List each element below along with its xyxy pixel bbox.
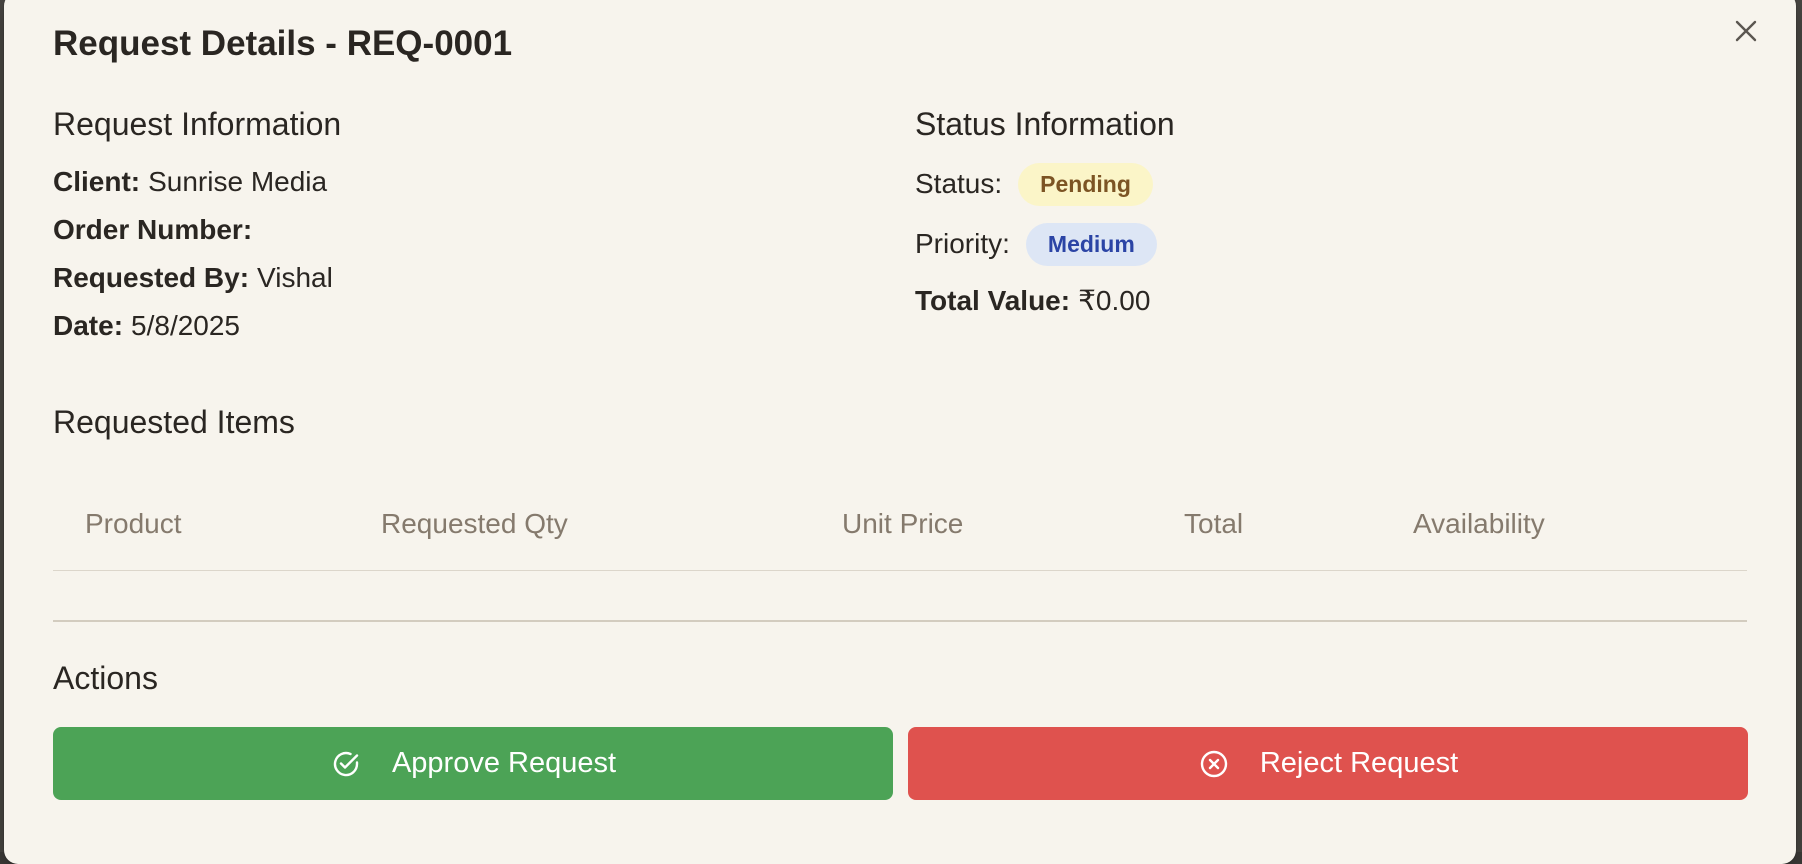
request-details-modal: Request Details - REQ-0001 Request Infor… bbox=[4, 0, 1796, 864]
column-header-availability: Availability bbox=[1413, 508, 1545, 539]
priority-label: Priority: bbox=[915, 228, 1010, 259]
priority-badge: Medium bbox=[1025, 222, 1157, 266]
status-label: Status: bbox=[915, 168, 1003, 199]
status-badge: Pending bbox=[1018, 162, 1153, 206]
modal-title: Request Details - REQ-0001 bbox=[53, 24, 513, 63]
status-row: Status: Pending bbox=[915, 162, 1153, 206]
column-header-total: Total bbox=[1184, 508, 1244, 539]
client-row: Client: Sunrise Media bbox=[53, 166, 327, 198]
total-value-value: ₹0.00 bbox=[1078, 285, 1151, 316]
requested-by-value: Vishal bbox=[257, 262, 333, 293]
requested-by-row: Requested By: Vishal bbox=[53, 262, 333, 294]
reject-request-label: Reject Request bbox=[1259, 747, 1459, 779]
date-row: Date: 5/8/2025 bbox=[53, 310, 240, 342]
section-divider bbox=[53, 620, 1747, 622]
approve-request-label: Approve Request bbox=[391, 747, 617, 779]
total-value-label: Total Value: bbox=[915, 284, 1071, 316]
requested-by-label: Requested By: bbox=[53, 262, 250, 293]
total-value-row: Total Value: ₹0.00 bbox=[915, 284, 1150, 317]
column-header-unit-price: Unit Price bbox=[842, 508, 964, 539]
close-button[interactable] bbox=[1729, 14, 1763, 48]
column-header-product: Product bbox=[85, 508, 182, 539]
date-value: 5/8/2025 bbox=[131, 310, 241, 341]
x-circle-icon bbox=[1198, 748, 1230, 780]
order-number-row: Order Number: bbox=[53, 214, 260, 246]
items-table-header: Product Requested Qty Unit Price Total A… bbox=[53, 488, 1747, 571]
requested-items-heading: Requested Items bbox=[53, 404, 295, 440]
client-value: Sunrise Media bbox=[148, 166, 328, 197]
status-information-heading: Status Information bbox=[915, 106, 1175, 142]
reject-request-button[interactable]: Reject Request bbox=[908, 727, 1748, 800]
actions-heading: Actions bbox=[53, 660, 158, 696]
approve-request-button[interactable]: Approve Request bbox=[53, 727, 893, 800]
close-icon bbox=[1735, 20, 1757, 42]
date-label: Date: bbox=[53, 310, 124, 341]
column-header-requested-qty: Requested Qty bbox=[381, 508, 568, 539]
priority-row: Priority: Medium bbox=[915, 222, 1157, 266]
client-label: Client: bbox=[53, 166, 141, 197]
request-information-heading: Request Information bbox=[53, 106, 342, 142]
order-number-label: Order Number: bbox=[53, 214, 253, 245]
check-circle-icon bbox=[330, 748, 362, 780]
